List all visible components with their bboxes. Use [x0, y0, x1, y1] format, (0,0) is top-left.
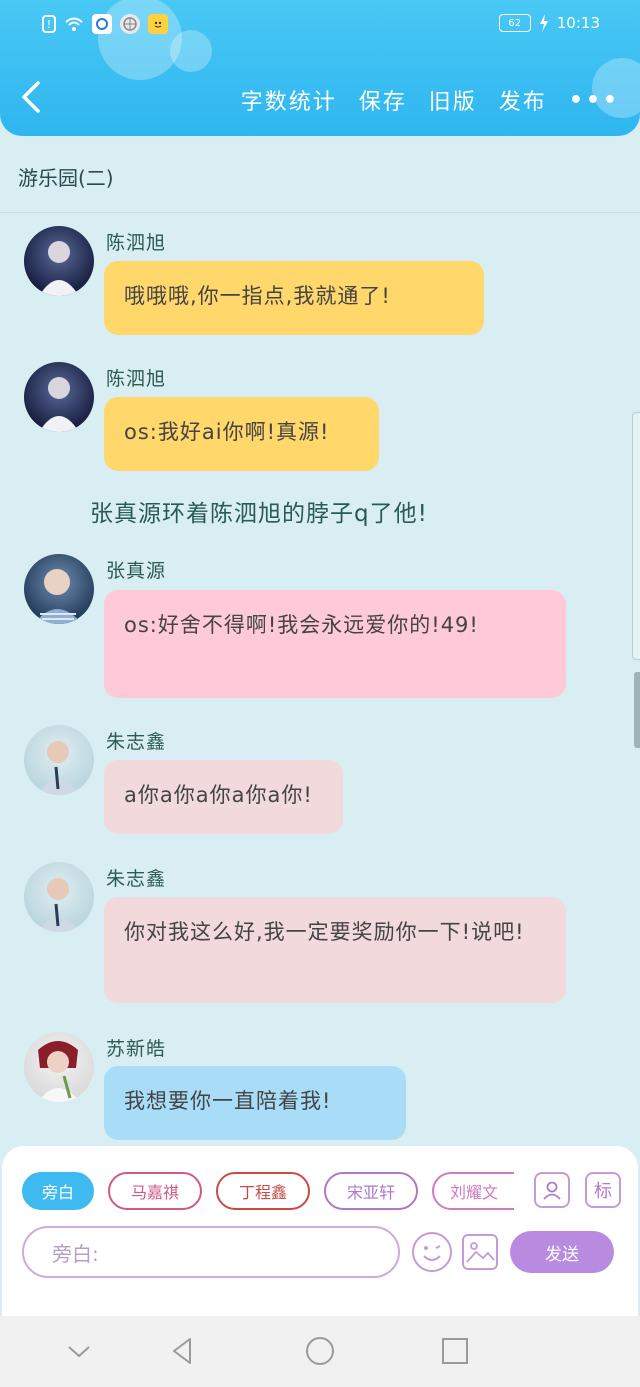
message-bubble[interactable]: os:好舍不得啊!我会永远爱你的!49!: [104, 590, 566, 698]
header-actions: 字数统计 保存 旧版 发布 •••: [241, 84, 620, 116]
avatar[interactable]: [24, 362, 94, 432]
chip-role[interactable]: 刘耀文: [432, 1172, 514, 1210]
person-silhouette: [34, 569, 82, 624]
status-icons-left: !: [42, 14, 168, 34]
chevron-left-icon: [22, 81, 40, 113]
message-bubble[interactable]: os:我好ai你啊!真源!: [104, 397, 379, 471]
system-nav-bar: [0, 1316, 640, 1387]
back-button[interactable]: [20, 80, 42, 123]
person-silhouette: [39, 377, 79, 432]
chat-app-icon: [148, 14, 168, 34]
sender-name: 苏新皓: [106, 1038, 167, 1060]
person-silhouette: [39, 241, 79, 296]
sender-name: 朱志鑫: [106, 731, 167, 753]
scrollbar-thumb[interactable]: [634, 672, 640, 748]
status-icons-right: 62 10:13: [498, 14, 600, 32]
image-icon[interactable]: [462, 1234, 498, 1270]
chevron-down-icon[interactable]: [62, 1334, 96, 1368]
message-bubble[interactable]: 哦哦哦,你一指点,我就通了!: [104, 261, 484, 335]
save-button[interactable]: 保存: [359, 84, 407, 116]
recents-square-icon[interactable]: [438, 1334, 472, 1368]
wifi-icon: [64, 14, 84, 34]
chip-role[interactable]: 丁程鑫: [216, 1172, 310, 1210]
back-triangle-icon[interactable]: [166, 1334, 200, 1368]
sender-name: 张真源: [106, 560, 167, 582]
app-header: ! 62 10:13 字数统计 保存 旧版 发布 •••: [0, 0, 640, 136]
chip-narration[interactable]: 旁白: [22, 1172, 94, 1210]
chip-role[interactable]: 马嘉祺: [108, 1172, 202, 1210]
more-menu-button[interactable]: •••: [569, 88, 620, 113]
sender-name: 陈泗旭: [106, 232, 167, 254]
browser-icon: [120, 14, 140, 34]
avatar[interactable]: [24, 554, 94, 624]
old-version-button[interactable]: 旧版: [429, 84, 477, 116]
tag-button[interactable]: 标: [585, 1172, 621, 1208]
avatar[interactable]: [24, 862, 94, 932]
decor-bubble: [170, 30, 212, 72]
avatar[interactable]: [24, 1032, 94, 1102]
sender-name: 朱志鑫: [106, 868, 167, 890]
home-circle-icon[interactable]: [303, 1334, 337, 1368]
battery-icon: 62: [498, 14, 531, 32]
publish-button[interactable]: 发布: [499, 84, 547, 116]
message-bubble[interactable]: a你a你a你a你a你!: [104, 760, 343, 834]
avatar[interactable]: [24, 226, 94, 296]
app-notification-icon: [92, 14, 112, 34]
person-silhouette: [38, 1041, 80, 1102]
scroll-track[interactable]: [632, 412, 640, 660]
person-silhouette: [38, 878, 80, 932]
decor-bubble: [98, 0, 182, 80]
contact-icon[interactable]: [534, 1172, 570, 1208]
divider: [0, 212, 640, 213]
status-time: 10:13: [556, 14, 600, 32]
person-silhouette: [38, 741, 80, 795]
emoji-icon[interactable]: [412, 1232, 452, 1272]
message-bubble[interactable]: 我想要你一直陪着我!: [104, 1066, 406, 1140]
chapter-title: 游乐园(二): [18, 166, 114, 190]
word-count-button[interactable]: 字数统计: [241, 84, 337, 116]
message-bubble[interactable]: 你对我这么好,我一定要奖励你一下!说吧!: [104, 897, 566, 1003]
alert-icon: !: [42, 15, 56, 33]
charging-icon: [539, 14, 548, 32]
send-button[interactable]: 发送: [510, 1231, 614, 1273]
message-input[interactable]: 旁白:: [22, 1226, 400, 1278]
narration-text: 张真源环着陈泗旭的脖子q了他!: [90, 501, 428, 527]
avatar[interactable]: [24, 725, 94, 795]
role-chips: 旁白 马嘉祺 丁程鑫 宋亚轩 刘耀文: [22, 1172, 514, 1210]
sender-name: 陈泗旭: [106, 368, 167, 390]
chip-role[interactable]: 宋亚轩: [324, 1172, 418, 1210]
